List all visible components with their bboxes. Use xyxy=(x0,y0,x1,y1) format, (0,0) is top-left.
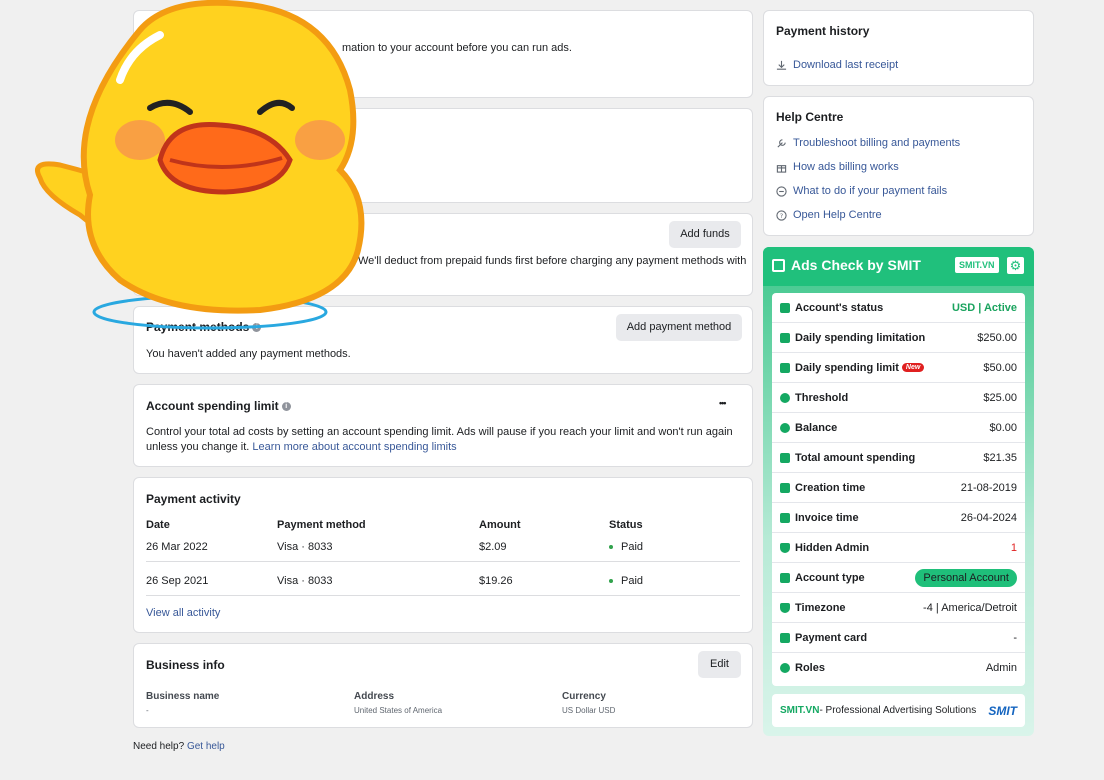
payment-history-title: Payment history xyxy=(776,24,870,38)
download-icon xyxy=(776,60,787,70)
smit-stats: Account's status USD | Active Daily spen… xyxy=(772,293,1025,686)
currency-label: Currency xyxy=(562,691,606,702)
smit-footer-logo: SMIT xyxy=(988,703,1017,718)
cell-method: Visa · 8033 xyxy=(277,541,333,553)
edit-button[interactable]: Edit xyxy=(698,651,741,678)
view-all-activity-link[interactable]: View all activity xyxy=(146,607,220,619)
stat-row-daily-limit: Daily spending limit New $50.00 xyxy=(772,353,1025,383)
calendar-icon xyxy=(780,482,790,493)
cell-amount: $2.09 xyxy=(479,541,507,553)
stat-row-threshold: Threshold $25.00 xyxy=(772,383,1025,413)
col-header-method: Payment method xyxy=(277,519,366,531)
stat-row-total-spending: Total amount spending $21.35 xyxy=(772,443,1025,473)
currency-value: US Dollar USD xyxy=(562,706,616,715)
clock-icon xyxy=(780,602,790,613)
question-circle-icon: ? xyxy=(776,209,787,221)
invoice-icon xyxy=(780,512,790,523)
stat-row-invoice-time: Invoice time 26-04-2024 xyxy=(772,503,1025,533)
duck-sticker xyxy=(35,0,365,330)
duck-cheek-left xyxy=(115,120,165,160)
help-item-payment-fails[interactable]: What to do if your payment fails xyxy=(776,185,947,197)
wrench-icon xyxy=(777,138,786,148)
account-type-pill: Personal Account xyxy=(915,568,1017,587)
more-options-icon[interactable]: ••• xyxy=(719,398,727,408)
dollar-icon xyxy=(780,422,790,433)
new-badge: New xyxy=(901,363,925,373)
row-divider xyxy=(146,595,740,596)
stat-row-creation-time: Creation time 21-08-2019 xyxy=(772,473,1025,503)
address-value: United States of America xyxy=(354,706,443,715)
prepaid-text: We'll deduct from prepaid funds first be… xyxy=(358,255,747,267)
stat-row-timezone: Timezone -4 | America/Detroit xyxy=(772,593,1025,623)
row-divider xyxy=(146,561,740,562)
svg-text:?: ? xyxy=(780,211,783,219)
learn-more-link[interactable]: Learn more about account spending limits xyxy=(252,441,456,453)
spending-limit-desc-2: unless you change it. Learn more about a… xyxy=(146,441,457,453)
spending-limit-title: Account spending limit i xyxy=(146,399,291,413)
get-help-link[interactable]: Get help xyxy=(187,741,225,752)
minus-circle-icon xyxy=(776,185,787,197)
paid-dot-icon xyxy=(609,545,613,550)
smit-header: Ads Check by SMIT SMIT.VN ⚙ xyxy=(763,247,1034,286)
help-item-billing-works[interactable]: How ads billing works xyxy=(776,161,899,173)
address-label: Address xyxy=(354,691,395,702)
download-receipt-link[interactable]: Download last receipt xyxy=(776,59,898,71)
gift-icon xyxy=(776,164,787,173)
cell-method: Visa · 8033 xyxy=(277,575,333,587)
business-name-value: - xyxy=(146,706,149,715)
smit-footer: SMIT.VN - Professional Advertising Solut… xyxy=(772,694,1025,727)
smit-title: Ads Check by SMIT xyxy=(791,257,921,273)
credit-card-icon xyxy=(780,632,790,643)
cell-status: Paid xyxy=(609,541,643,553)
receipt-icon xyxy=(780,452,790,463)
add-payment-method-button[interactable]: Add payment method xyxy=(616,314,742,341)
help-centre-title: Help Centre xyxy=(776,110,844,124)
smit-logo-icon xyxy=(772,259,785,272)
need-help: Need help? Get help xyxy=(133,741,225,752)
stat-row-daily-limitation: Daily spending limitation $250.00 xyxy=(772,323,1025,353)
help-item-troubleshoot[interactable]: Troubleshoot billing and payments xyxy=(776,137,960,149)
stat-row-payment-card: Payment card - xyxy=(772,623,1025,653)
payment-methods-empty: You haven't added any payment methods. xyxy=(146,348,351,360)
help-item-open-help[interactable]: ? Open Help Centre xyxy=(776,209,882,221)
card-icon xyxy=(780,332,790,343)
spending-limit-desc: Control your total ad costs by setting a… xyxy=(146,426,733,438)
cell-date: 26 Mar 2022 xyxy=(146,541,208,553)
payment-history-card: Payment history Download last receipt xyxy=(763,10,1034,86)
smit-footer-text: - Professional Advertising Solutions xyxy=(819,705,977,716)
business-info-title: Business info xyxy=(146,658,225,672)
payment-activity-card: Payment activity Date Payment method Amo… xyxy=(133,477,753,633)
smit-footer-brand[interactable]: SMIT.VN xyxy=(780,705,819,716)
info-icon[interactable]: i xyxy=(281,402,291,412)
settings-gear-icon[interactable]: ⚙ xyxy=(1007,257,1024,274)
col-header-status: Status xyxy=(609,519,643,531)
spending-limit-card: Account spending limit i ••• Control your… xyxy=(133,384,753,467)
cell-amount: $19.26 xyxy=(479,575,513,587)
smit-panel: Ads Check by SMIT SMIT.VN ⚙ Account's st… xyxy=(763,247,1034,736)
add-funds-button[interactable]: Add funds xyxy=(669,221,741,248)
gauge-icon xyxy=(780,392,790,403)
payment-activity-title: Payment activity xyxy=(146,492,241,506)
duck-cheek-right xyxy=(295,120,345,160)
cell-status: Paid xyxy=(609,575,643,587)
col-header-date: Date xyxy=(146,519,170,531)
business-info-card: Business info Edit Business name - Addre… xyxy=(133,643,753,728)
stat-row-roles: Roles Admin xyxy=(772,653,1025,683)
roles-icon xyxy=(780,663,790,673)
stat-row-account-status: Account's status USD | Active xyxy=(772,293,1025,323)
help-centre-card: Help Centre Troubleshoot billing and pay… xyxy=(763,96,1034,236)
piggy-bank-icon xyxy=(780,362,790,373)
stat-row-balance: Balance $0.00 xyxy=(772,413,1025,443)
stat-row-hidden-admin: Hidden Admin 1 xyxy=(772,533,1025,563)
business-name-label: Business name xyxy=(146,691,220,702)
paid-dot-icon xyxy=(609,579,613,584)
cell-date: 26 Sep 2021 xyxy=(146,575,209,587)
smit-badge[interactable]: SMIT.VN xyxy=(955,257,999,273)
status-icon xyxy=(780,302,790,313)
shield-icon xyxy=(780,542,790,553)
stat-row-account-type: Account type Personal Account xyxy=(772,563,1025,593)
user-card-icon xyxy=(780,572,790,583)
col-header-amount: Amount xyxy=(479,519,521,531)
